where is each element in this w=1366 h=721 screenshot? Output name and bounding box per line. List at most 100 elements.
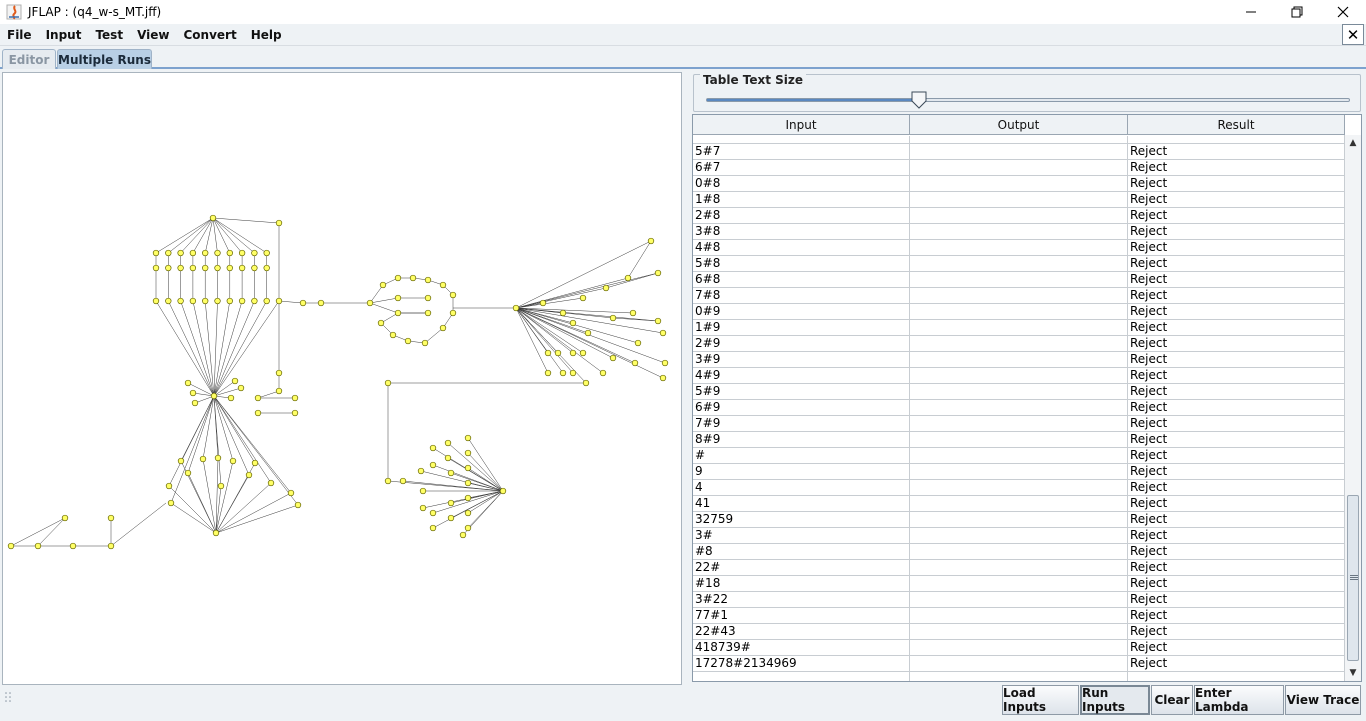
- output-cell[interactable]: [910, 496, 1128, 511]
- transition-edge[interactable]: [369, 284, 384, 304]
- state-node[interactable]: [429, 509, 437, 517]
- table-row[interactable]: 7#9 Reject: [693, 416, 1345, 432]
- output-cell[interactable]: [910, 656, 1128, 671]
- state-node[interactable]: [202, 264, 209, 272]
- enter-lambda-button[interactable]: Enter Lambda: [1194, 685, 1284, 715]
- output-cell[interactable]: [910, 400, 1128, 415]
- transition-edge[interactable]: [515, 307, 666, 364]
- state-node[interactable]: [212, 529, 220, 537]
- state-node[interactable]: [647, 237, 655, 245]
- table-row[interactable]: 1#8 Reject: [693, 192, 1345, 208]
- state-node[interactable]: [165, 264, 172, 272]
- state-node[interactable]: [544, 369, 552, 377]
- menu-view[interactable]: View: [130, 28, 176, 42]
- result-cell[interactable]: Reject: [1128, 176, 1345, 191]
- state-node[interactable]: [210, 392, 218, 400]
- scrollbar-thumb[interactable]: [1347, 495, 1359, 661]
- transition-edge[interactable]: [10, 517, 66, 547]
- state-node[interactable]: [217, 482, 225, 490]
- state-node[interactable]: [189, 297, 197, 305]
- state-node[interactable]: [512, 304, 520, 312]
- scroll-up-icon[interactable]: ▲: [1345, 135, 1361, 151]
- state-node[interactable]: [569, 369, 577, 377]
- result-cell[interactable]: Reject: [1128, 624, 1345, 639]
- state-node[interactable]: [447, 499, 455, 507]
- output-cell[interactable]: [910, 624, 1128, 639]
- transition-edge[interactable]: [515, 307, 604, 374]
- state-node[interactable]: [464, 494, 472, 502]
- table-row[interactable]: [693, 672, 1345, 681]
- table-row[interactable]: 1#9 Reject: [693, 320, 1345, 336]
- input-cell[interactable]: 4#9: [693, 368, 910, 383]
- state-node[interactable]: [167, 499, 175, 507]
- output-cell[interactable]: [910, 560, 1128, 575]
- state-node[interactable]: [379, 281, 387, 289]
- state-node[interactable]: [251, 249, 258, 257]
- input-cell[interactable]: 418739#: [693, 640, 910, 655]
- state-node[interactable]: [464, 464, 472, 472]
- output-cell[interactable]: [910, 480, 1128, 495]
- state-node[interactable]: [389, 331, 397, 339]
- table-row[interactable]: 0#9 Reject: [693, 304, 1345, 320]
- table-row[interactable]: 22# Reject: [693, 560, 1345, 576]
- state-node[interactable]: [659, 374, 667, 382]
- transition-edge[interactable]: [515, 307, 564, 374]
- state-node[interactable]: [424, 309, 432, 317]
- automaton-canvas[interactable]: [2, 72, 682, 685]
- input-cell[interactable]: 8#9: [693, 432, 910, 447]
- state-node[interactable]: [189, 389, 197, 397]
- output-cell[interactable]: [910, 608, 1128, 623]
- state-node[interactable]: [202, 297, 209, 305]
- transition-edge[interactable]: [155, 300, 215, 397]
- input-cell[interactable]: #8: [693, 544, 910, 559]
- table-row[interactable]: 3#9 Reject: [693, 352, 1345, 368]
- state-node[interactable]: [251, 297, 258, 305]
- table-row[interactable]: 9 Reject: [693, 464, 1345, 480]
- state-node[interactable]: [177, 249, 184, 257]
- state-node[interactable]: [275, 369, 283, 377]
- state-node[interactable]: [424, 294, 432, 302]
- menu-file[interactable]: File: [0, 28, 39, 42]
- menu-help[interactable]: Help: [244, 28, 289, 42]
- state-node[interactable]: [654, 317, 662, 325]
- transition-edge[interactable]: [37, 517, 66, 547]
- state-node[interactable]: [554, 349, 562, 357]
- menu-test[interactable]: Test: [88, 28, 130, 42]
- output-cell[interactable]: [910, 144, 1128, 159]
- result-cell[interactable]: [1128, 672, 1345, 681]
- state-node[interactable]: [238, 297, 246, 305]
- transition-edge[interactable]: [212, 217, 280, 224]
- column-header-output[interactable]: Output: [910, 115, 1128, 135]
- state-node[interactable]: [544, 349, 552, 357]
- transition-edge[interactable]: [155, 217, 214, 254]
- input-cell[interactable]: 4: [693, 480, 910, 495]
- grip-icon[interactable]: [4, 691, 14, 705]
- state-node[interactable]: [584, 329, 592, 337]
- slider-thumb-icon[interactable]: [911, 91, 927, 109]
- input-cell[interactable]: 6#8: [693, 272, 910, 287]
- result-cell[interactable]: Reject: [1128, 160, 1345, 175]
- table-row[interactable]: 6#9 Reject: [693, 400, 1345, 416]
- result-cell[interactable]: Reject: [1128, 208, 1345, 223]
- transition-edge[interactable]: [213, 300, 218, 397]
- result-cell[interactable]: Reject: [1128, 656, 1345, 671]
- output-cell[interactable]: [910, 288, 1128, 303]
- output-cell[interactable]: [910, 336, 1128, 351]
- state-node[interactable]: [539, 299, 547, 307]
- state-node[interactable]: [449, 309, 457, 317]
- state-node[interactable]: [214, 297, 221, 305]
- state-node[interactable]: [209, 214, 217, 222]
- state-node[interactable]: [214, 454, 222, 462]
- state-node[interactable]: [499, 487, 507, 495]
- input-cell[interactable]: [693, 136, 910, 143]
- result-cell[interactable]: [1128, 136, 1345, 143]
- state-node[interactable]: [429, 444, 437, 452]
- transition-edge[interactable]: [187, 472, 217, 534]
- result-cell[interactable]: Reject: [1128, 192, 1345, 207]
- table-row[interactable]: 5#7 Reject: [693, 144, 1345, 160]
- menu-input[interactable]: Input: [39, 28, 89, 42]
- table-row[interactable]: 2#8 Reject: [693, 208, 1345, 224]
- output-cell[interactable]: [910, 320, 1128, 335]
- state-node[interactable]: [569, 349, 577, 357]
- input-cell[interactable]: 3#: [693, 528, 910, 543]
